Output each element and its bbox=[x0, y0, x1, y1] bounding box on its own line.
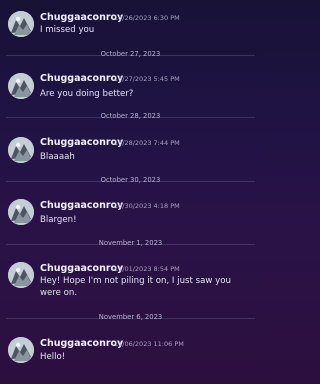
avatar[interactable] bbox=[8, 73, 34, 99]
date-divider: October 28, 2023 bbox=[6, 112, 255, 122]
message-text: I missed you bbox=[40, 25, 95, 35]
avatar-image-icon bbox=[8, 262, 34, 288]
message-author[interactable]: Chuggaaconroy bbox=[40, 338, 123, 349]
message-timestamp: 10/27/2023 5:45 PM bbox=[114, 75, 180, 83]
message-author[interactable]: Chuggaaconroy bbox=[40, 12, 123, 23]
date-divider: November 1, 2023 bbox=[6, 239, 255, 249]
date-divider-label: October 28, 2023 bbox=[100, 112, 161, 120]
date-divider-label: October 30, 2023 bbox=[100, 176, 161, 184]
date-divider-label: November 6, 2023 bbox=[98, 313, 163, 321]
avatar-image-icon bbox=[8, 73, 34, 99]
date-divider: October 30, 2023 bbox=[6, 176, 255, 186]
date-divider-label: November 1, 2023 bbox=[98, 239, 163, 247]
avatar-image-icon bbox=[8, 137, 34, 163]
date-divider: November 6, 2023 bbox=[6, 313, 255, 323]
message-timestamp: 10/28/2023 7:44 PM bbox=[114, 139, 180, 147]
message-author[interactable]: Chuggaaconroy bbox=[40, 200, 123, 211]
date-divider: October 27, 2023 bbox=[6, 50, 255, 60]
message-text: Hey! Hope I'm not piling it on, I just s… bbox=[40, 276, 231, 298]
date-divider-label: October 27, 2023 bbox=[100, 50, 161, 58]
avatar[interactable] bbox=[8, 11, 34, 37]
avatar-image-icon bbox=[8, 11, 34, 37]
avatar[interactable] bbox=[8, 262, 34, 288]
message-text: Hello! bbox=[40, 352, 66, 362]
chat-log: Chuggaaconroy 10/26/2023 6:30 PM I misse… bbox=[0, 0, 261, 384]
avatar[interactable] bbox=[8, 337, 34, 363]
avatar-image-icon bbox=[8, 337, 34, 363]
avatar[interactable] bbox=[8, 199, 34, 225]
avatar[interactable] bbox=[8, 137, 34, 163]
message-timestamp: 10/26/2023 6:30 PM bbox=[114, 14, 180, 22]
message-author[interactable]: Chuggaaconroy bbox=[40, 73, 123, 84]
message-timestamp: 11/01/2023 8:54 PM bbox=[114, 265, 180, 273]
message-text: Blargen! bbox=[40, 215, 77, 225]
message-timestamp: 10/30/2023 4:18 PM bbox=[114, 202, 180, 210]
avatar-image-icon bbox=[8, 199, 34, 225]
message-author[interactable]: Chuggaaconroy bbox=[40, 137, 123, 148]
message-text: Are you doing better? bbox=[40, 89, 134, 99]
message-author[interactable]: Chuggaaconroy bbox=[40, 263, 123, 274]
message-timestamp: 11/06/2023 11:06 PM bbox=[114, 340, 184, 348]
message-text: Blaaaah bbox=[40, 152, 75, 162]
